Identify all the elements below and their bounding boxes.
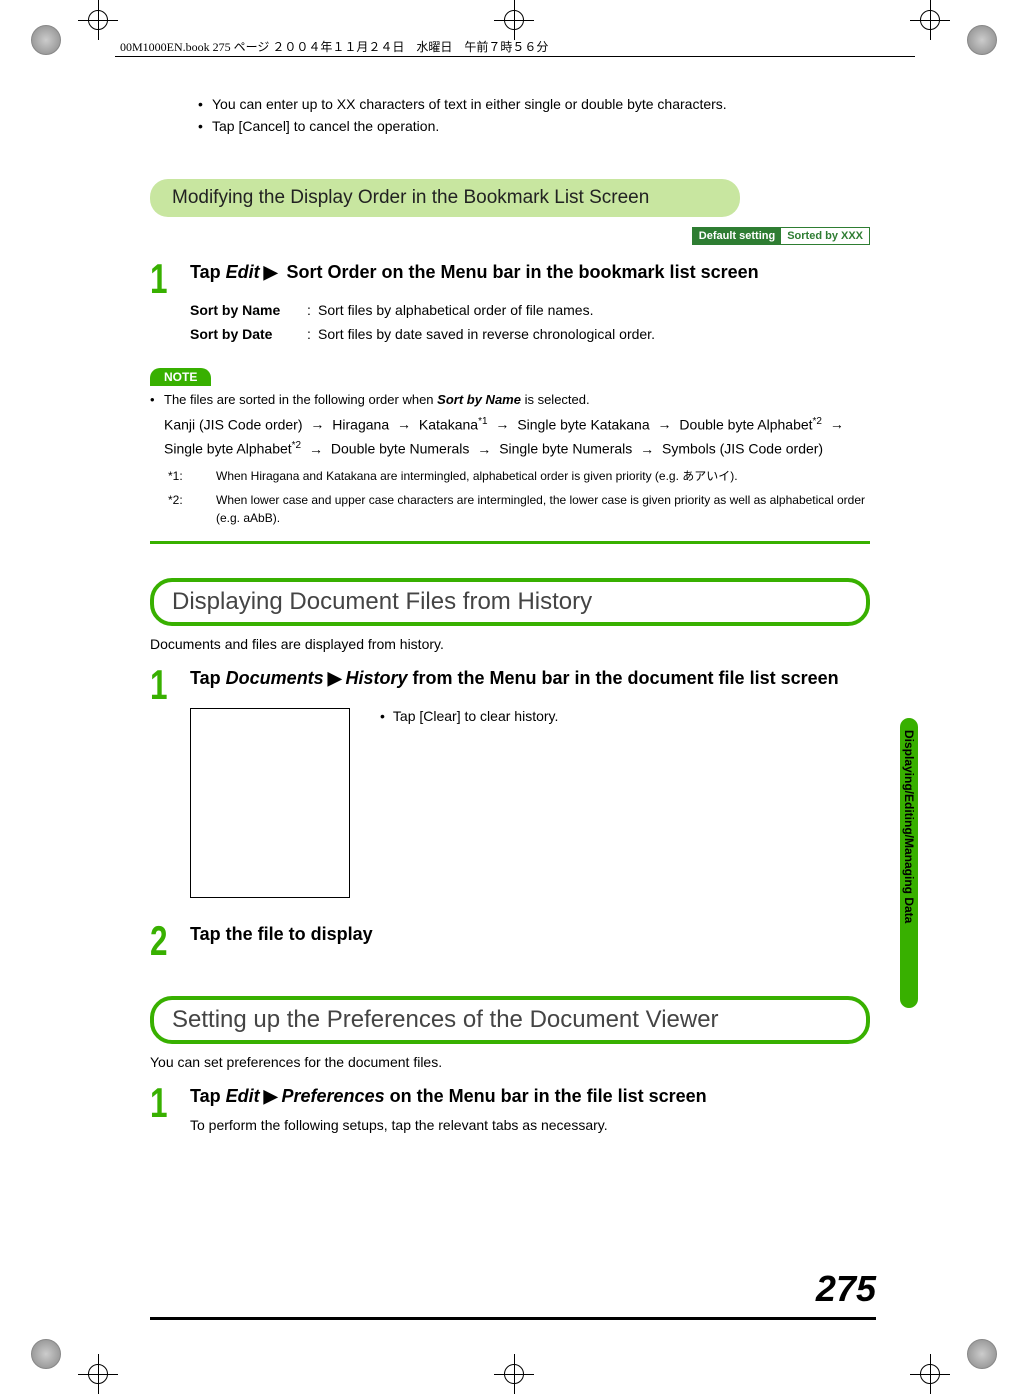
seq-item: Single byte Alphabet [164, 441, 292, 457]
seq-item: Symbols (JIS Code order) [662, 441, 823, 457]
seq-item: Single byte Numerals [499, 441, 632, 457]
crop-mark [910, 1354, 950, 1394]
arrow-icon: → [658, 416, 672, 432]
note-body: The files are sorted in the following or… [150, 390, 870, 527]
menu-edit: Edit [226, 262, 260, 282]
step-title: Tap Edit▶ Sort Order on the Menu bar in … [190, 260, 870, 285]
page-footer-rule [150, 1317, 876, 1320]
page-content: You can enter up to XX characters of tex… [150, 80, 870, 1133]
colon: : [300, 323, 318, 347]
footnote-val-2: When lower case and upper case character… [202, 491, 870, 527]
arrow-icon: → [477, 441, 491, 457]
section-intro: You can set preferences for the document… [150, 1054, 870, 1070]
section-heading-history: Displaying Document Files from History [150, 578, 870, 626]
crop-mark [78, 0, 118, 40]
crop-mark [494, 0, 534, 40]
step-1-sort-order: 1 Tap Edit▶ Sort Order on the Menu bar i… [150, 258, 870, 347]
text: ). [730, 469, 737, 483]
menu-history: History [346, 668, 408, 688]
arrow-icon: → [310, 416, 324, 432]
text: on the Menu bar in the file list screen [385, 1086, 707, 1106]
default-setting-badge: Default settingSorted by XXX [150, 227, 870, 245]
reg-mark-br [960, 1332, 1004, 1376]
sort-sequence: Kanji (JIS Code order) → Hiragana → Kata… [164, 413, 870, 462]
reg-mark-tl [24, 18, 68, 62]
step-title: Tap the file to display [190, 922, 870, 947]
step-1-prefs: 1 Tap Edit▶Preferences on the Menu bar i… [150, 1082, 870, 1133]
sort-definitions: Sort by Name : Sort files by alphabetica… [190, 299, 870, 347]
menu-edit: Edit [226, 1086, 260, 1106]
top-bullet-list: You can enter up to XX characters of tex… [198, 94, 870, 137]
badge-sorted-by: Sorted by XXX [781, 227, 870, 245]
history-note: Tap [Clear] to clear history. [350, 708, 558, 724]
step-title: Tap Documents▶History from the Menu bar … [190, 666, 870, 691]
jp-text: あアいイ [682, 469, 730, 483]
seq-item: Kanji (JIS Code order) [164, 416, 303, 432]
sort-by-name-label: Sort by Name [190, 299, 300, 323]
arrow-icon: → [309, 441, 323, 457]
section-heading-modify-order: Modifying the Display Order in the Bookm… [150, 179, 740, 217]
text: Tap [190, 262, 226, 282]
step-number: 1 [150, 664, 180, 706]
reg-mark-tr [960, 18, 1004, 62]
footnote-ref: *1 [478, 416, 487, 427]
step-number: 1 [150, 258, 180, 300]
print-header-rule [115, 56, 915, 57]
section-heading-prefs: Setting up the Preferences of the Docume… [150, 996, 870, 1044]
reg-mark-bl [24, 1332, 68, 1376]
text: When Hiragana and Katakana are interming… [216, 469, 682, 483]
crop-mark [78, 1354, 118, 1394]
screenshot-placeholder [190, 708, 350, 898]
arrow-icon: → [830, 416, 844, 432]
step-title: Tap Edit▶Preferences on the Menu bar in … [190, 1084, 870, 1109]
seq-item: Single byte Katakana [517, 416, 649, 432]
text: Tap [190, 668, 226, 688]
colon: : [300, 299, 318, 323]
crop-mark [910, 0, 950, 40]
arrow-icon: ▶ [264, 1086, 278, 1106]
footnote-key-1: *1: [168, 467, 202, 485]
footnote-ref: *2 [813, 416, 822, 427]
footnote-ref: *2 [292, 440, 301, 451]
step-description: To perform the following setups, tap the… [190, 1117, 870, 1133]
bullet-item: You can enter up to XX characters of tex… [198, 94, 870, 116]
seq-item: Hiragana [332, 416, 389, 432]
bullet-item: Tap [Cancel] to cancel the operation. [198, 116, 870, 138]
crop-mark [494, 1354, 534, 1394]
text: The files are sorted in the following or… [164, 392, 437, 407]
text: Sort Order on the Menu bar in the bookma… [282, 262, 759, 282]
text: is selected. [521, 392, 590, 407]
note-lead: The files are sorted in the following or… [150, 390, 870, 410]
print-header: 00M1000EN.book 275 ページ ２００４年１１月２４日 水曜日 午… [120, 38, 548, 55]
arrow-icon: → [640, 441, 654, 457]
sort-by-date-label: Sort by Date [190, 323, 300, 347]
step-1-history: 1 Tap Documents▶History from the Menu ba… [150, 664, 870, 897]
step-2-tap-file: 2 Tap the file to display [150, 920, 870, 962]
note-end-rule [150, 541, 870, 544]
menu-preferences: Preferences [282, 1086, 385, 1106]
thumb-tab-label: Displaying/Editing/Managing Data [902, 730, 916, 923]
step-number: 2 [150, 920, 180, 962]
sort-by-name-desc: Sort files by alphabetical order of file… [318, 299, 870, 323]
step-number: 1 [150, 1082, 180, 1124]
menu-documents: Documents [226, 668, 324, 688]
section-intro: Documents and files are displayed from h… [150, 636, 870, 652]
seq-item: Katakana [419, 416, 478, 432]
arrow-icon: ▶ [264, 262, 278, 282]
footnote-key-2: *2: [168, 491, 202, 527]
seq-item: Double byte Alphabet [679, 416, 812, 432]
arrow-icon: → [495, 416, 509, 432]
seq-item: Double byte Numerals [331, 441, 470, 457]
footnote-val-1: When Hiragana and Katakana are interming… [202, 467, 870, 485]
sort-by-date-desc: Sort files by date saved in reverse chro… [318, 323, 870, 347]
badge-default-setting: Default setting [692, 227, 781, 245]
page-number: 275 [816, 1268, 876, 1310]
text-sort-by-name: Sort by Name [437, 392, 521, 407]
note-label: NOTE [150, 368, 211, 386]
text: Tap [190, 1086, 226, 1106]
arrow-icon: → [397, 416, 411, 432]
arrow-icon: ▶ [328, 668, 342, 688]
text: from the Menu bar in the document file l… [408, 668, 839, 688]
